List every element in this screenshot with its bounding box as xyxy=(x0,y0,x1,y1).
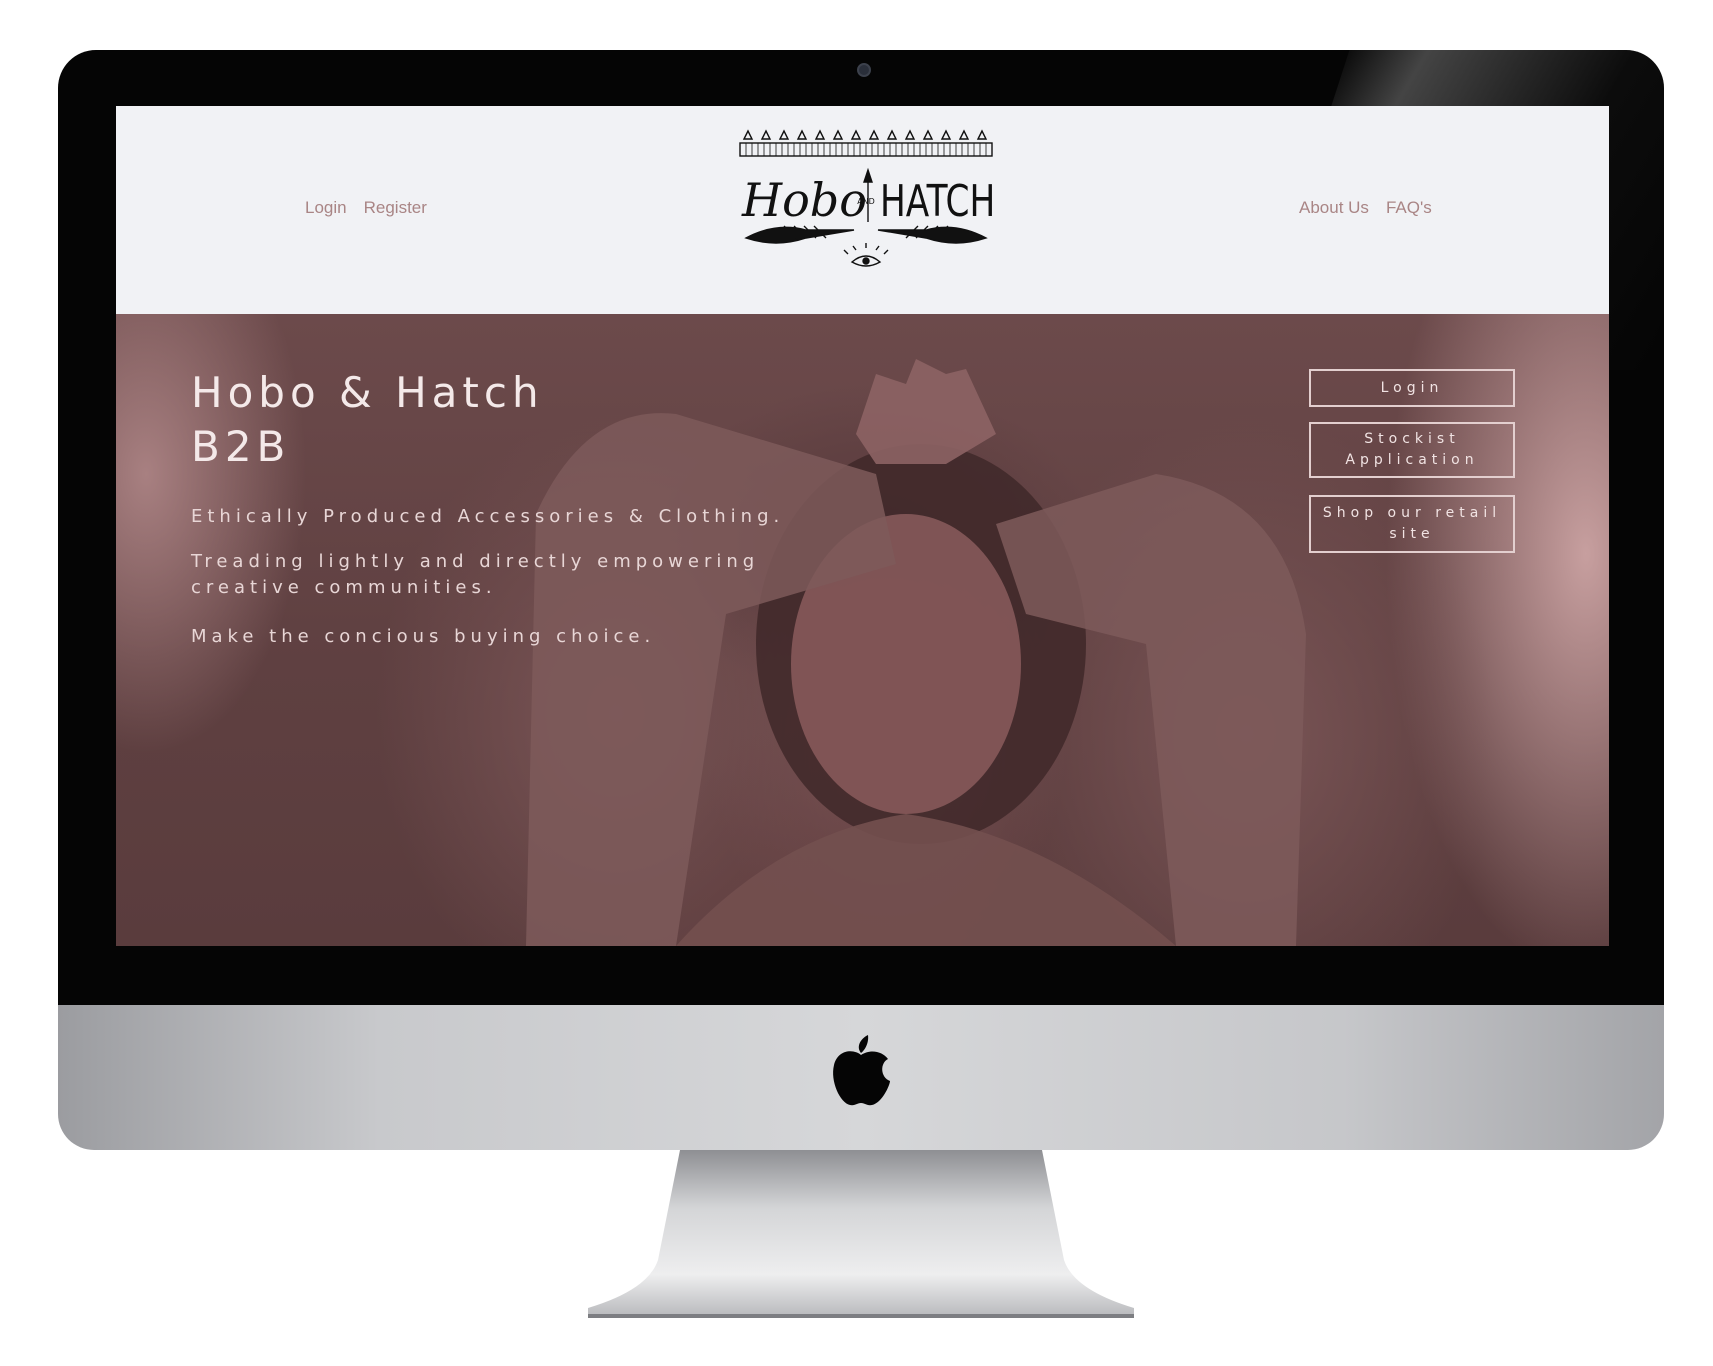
nav-about-us-link[interactable]: About Us xyxy=(1299,198,1369,218)
hero-tagline-mission: Treading lightly and directly empowering… xyxy=(191,551,760,598)
stockist-application-button[interactable]: Stockist Application xyxy=(1309,422,1515,478)
hero-tagline-cta: Make the concious buying choice. xyxy=(191,626,656,647)
nav-faqs-link[interactable]: FAQ's xyxy=(1386,198,1432,218)
apple-logo-icon xyxy=(833,1035,890,1106)
logo-triangle-row xyxy=(742,129,988,140)
shop-retail-site-button[interactable]: Shop our retail site xyxy=(1309,495,1515,553)
website-screen: Login Register Hobo AND HATCH About Us F… xyxy=(116,106,1609,946)
hero-tagline-products: Ethically Produced Accessories & Clothin… xyxy=(191,506,785,527)
logo-hobo-text: Hobo xyxy=(741,173,867,227)
site-header: Login Register Hobo AND HATCH About Us F… xyxy=(116,106,1609,314)
logo-and-text: AND xyxy=(857,197,875,206)
webcam-icon xyxy=(857,63,871,77)
hero-title-line1: Hobo & Hatch xyxy=(191,368,544,417)
hero-banner: Hobo & Hatch B2B Ethically Produced Acce… xyxy=(116,314,1609,946)
hero-login-button[interactable]: Login xyxy=(1309,369,1515,407)
hero-title: Hobo & Hatch B2B xyxy=(191,366,544,474)
account-nav: Login Register xyxy=(305,198,427,218)
hobo-and-hatch-logo[interactable]: Hobo AND HATCH xyxy=(736,126,996,276)
monitor-stand xyxy=(588,1150,1134,1318)
info-nav: About Us FAQ's xyxy=(1299,198,1432,218)
logo-hatch-text: HATCH xyxy=(880,176,995,227)
nav-login-link[interactable]: Login xyxy=(305,198,347,218)
hero-title-line2: B2B xyxy=(191,422,291,471)
monitor-chin xyxy=(58,1005,1664,1150)
nav-register-link[interactable]: Register xyxy=(364,198,427,218)
